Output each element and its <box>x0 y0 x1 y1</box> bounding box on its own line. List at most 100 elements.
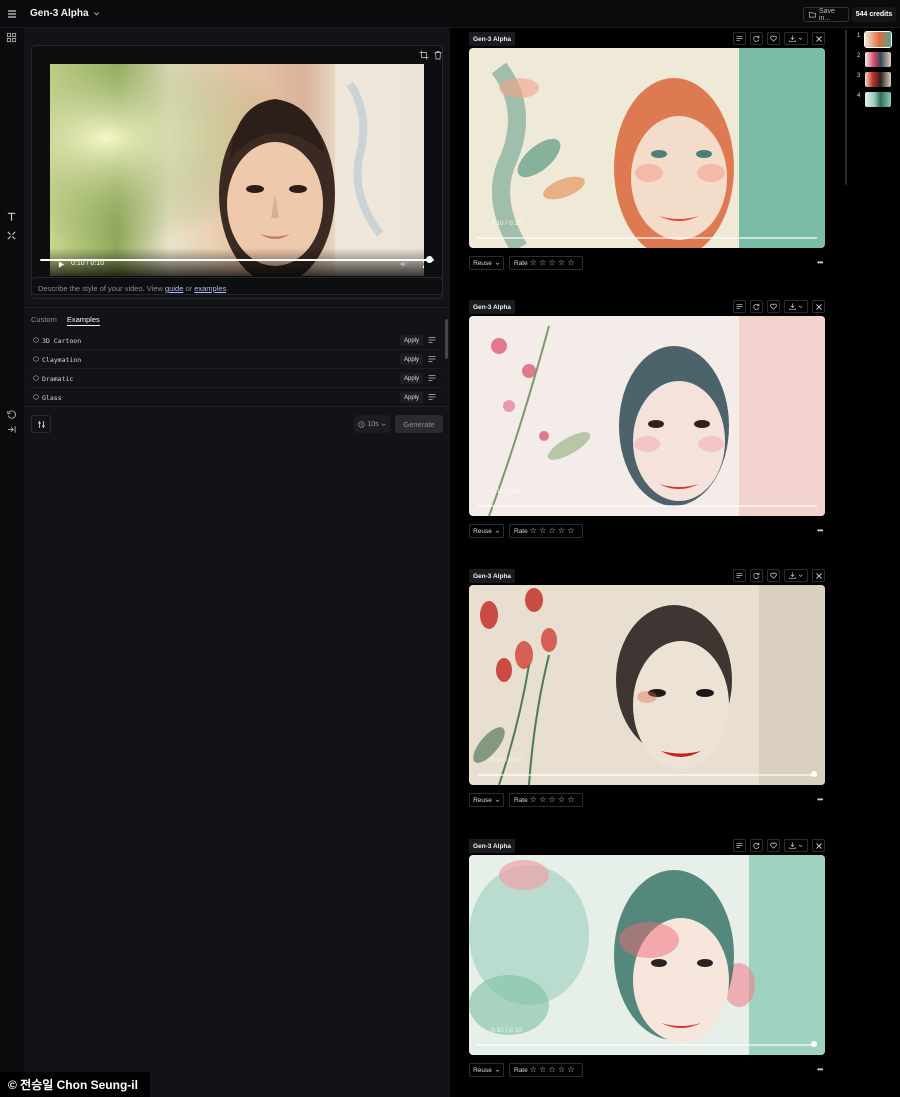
reuse-label: Reuse <box>473 527 492 535</box>
prompt-input[interactable]: Describe the style of your video. View g… <box>31 277 443 299</box>
play-icon[interactable] <box>58 261 65 268</box>
close-button[interactable] <box>812 569 825 582</box>
style-item-claymation[interactable]: Claymation Apply <box>31 350 441 369</box>
reuse-button[interactable]: Reuse <box>469 1063 504 1077</box>
rating[interactable]: Rate ☆ ☆ ☆ ☆ ☆ <box>509 524 583 538</box>
favorite-button[interactable] <box>767 300 780 313</box>
crop-icon[interactable] <box>419 50 429 60</box>
rating[interactable]: Rate ☆ ☆ ☆ ☆ ☆ <box>509 793 583 807</box>
thumbnail-number: 4 <box>857 93 861 99</box>
guide-link[interactable]: guide <box>165 284 183 293</box>
styles-scrollbar[interactable] <box>445 319 448 359</box>
rating[interactable]: Rate ☆ ☆ ☆ ☆ ☆ <box>509 1063 583 1077</box>
duration-selector[interactable]: 10s <box>354 415 390 433</box>
model-badge: Gen-3 Alpha <box>469 32 516 46</box>
download-button[interactable] <box>784 569 808 582</box>
generate-button[interactable]: Generate <box>395 415 443 433</box>
input-video[interactable]: 0:10 / 0:10 <box>50 64 424 276</box>
details-icon[interactable] <box>428 336 436 344</box>
expand-icon[interactable] <box>6 230 17 241</box>
video-progress-bar[interactable] <box>477 774 817 776</box>
style-item-dramatic[interactable]: Dramatic Apply <box>31 369 441 388</box>
tab-custom[interactable]: Custom <box>31 315 57 326</box>
video-progress-handle[interactable] <box>811 1041 817 1047</box>
volume-icon[interactable] <box>400 260 408 268</box>
regenerate-button[interactable] <box>750 569 763 582</box>
generated-video[interactable]: 0:10 / 0:10 <box>469 855 825 1055</box>
favorite-button[interactable] <box>767 569 780 582</box>
favorite-button[interactable] <box>767 32 780 45</box>
video-progress-bar[interactable] <box>477 505 817 507</box>
model-selector-label: Gen-3 Alpha <box>30 8 89 19</box>
video-time: 0:10 / 0:10 <box>491 1027 522 1034</box>
more-options-icon[interactable]: ••• <box>817 795 823 804</box>
star-icons[interactable]: ☆ ☆ ☆ ☆ ☆ <box>530 259 575 267</box>
video-progress-handle[interactable] <box>426 256 433 263</box>
reuse-button[interactable]: Reuse <box>469 524 504 538</box>
download-button[interactable] <box>784 300 808 313</box>
style-icon <box>33 337 39 343</box>
thumbnail-1[interactable] <box>864 31 892 48</box>
favorite-button[interactable] <box>767 839 780 852</box>
more-options-icon[interactable]: ••• <box>817 258 823 267</box>
close-icon <box>815 303 822 310</box>
feed-scrollbar[interactable] <box>845 30 847 185</box>
prompt-details-button[interactable] <box>733 300 746 313</box>
video-progress-bar[interactable] <box>477 237 817 239</box>
trash-icon[interactable] <box>433 50 443 60</box>
apply-button[interactable]: Apply <box>400 354 423 365</box>
close-button[interactable] <box>812 32 825 45</box>
tab-examples[interactable]: Examples <box>66 315 100 326</box>
close-button[interactable] <box>812 300 825 313</box>
close-button[interactable] <box>812 839 825 852</box>
star-icons[interactable]: ☆ ☆ ☆ ☆ ☆ <box>530 796 575 804</box>
style-item-glass[interactable]: Glass Apply <box>31 388 441 407</box>
style-item-3d-cartoon[interactable]: 3D Cartoon Apply <box>31 331 441 350</box>
star-icons[interactable]: ☆ ☆ ☆ ☆ ☆ <box>530 1066 575 1074</box>
apply-button[interactable]: Apply <box>400 392 423 403</box>
credits-badge[interactable]: 544 credits <box>852 7 896 22</box>
details-icon[interactable] <box>428 393 436 401</box>
more-options-icon[interactable]: ••• <box>817 526 823 535</box>
details-icon[interactable] <box>428 374 436 382</box>
settings-button[interactable] <box>31 415 51 433</box>
video-progress-bar[interactable] <box>477 1044 817 1046</box>
collapse-panel-icon[interactable] <box>6 424 17 435</box>
star-icons[interactable]: ☆ ☆ ☆ ☆ ☆ <box>530 527 575 535</box>
thumbnail-2[interactable] <box>865 52 891 67</box>
download-button[interactable] <box>784 32 808 45</box>
prompt-details-button[interactable] <box>733 569 746 582</box>
rating[interactable]: Rate ☆ ☆ ☆ ☆ ☆ <box>509 256 583 270</box>
style-tabs: Custom Examples <box>31 315 100 326</box>
text-tool-icon[interactable] <box>6 211 17 222</box>
folder-icon <box>809 11 816 18</box>
assets-icon[interactable] <box>6 32 17 43</box>
regenerate-button[interactable] <box>750 32 763 45</box>
model-selector[interactable]: Gen-3 Alpha <box>30 8 100 19</box>
video-progress-bar[interactable] <box>40 259 434 261</box>
save-in-button[interactable]: Save in... <box>803 7 849 22</box>
regenerate-button[interactable] <box>750 839 763 852</box>
more-options-icon[interactable]: ••• <box>817 1065 823 1074</box>
details-icon[interactable] <box>428 355 436 363</box>
generated-video[interactable]: 0:10 / 0:10 <box>469 585 825 785</box>
reuse-button[interactable]: Reuse <box>469 793 504 807</box>
generated-video[interactable]: 0:10 / 0:10 <box>469 48 825 248</box>
apply-button[interactable]: Apply <box>400 335 423 346</box>
prompt-details-button[interactable] <box>733 32 746 45</box>
regenerate-button[interactable] <box>750 300 763 313</box>
chevron-down-icon <box>495 530 500 533</box>
apply-button[interactable]: Apply <box>400 373 423 384</box>
fullscreen-icon[interactable] <box>423 260 424 268</box>
refresh-icon <box>753 35 760 42</box>
history-icon[interactable] <box>6 409 17 420</box>
menu-icon[interactable] <box>6 8 18 20</box>
examples-link[interactable]: examples <box>194 284 226 293</box>
generated-video[interactable]: 0:10 / 0:10 <box>469 316 825 516</box>
video-progress-handle[interactable] <box>811 771 817 777</box>
download-button[interactable] <box>784 839 808 852</box>
prompt-details-button[interactable] <box>733 839 746 852</box>
thumbnail-4[interactable] <box>865 92 891 107</box>
reuse-button[interactable]: Reuse <box>469 256 504 270</box>
thumbnail-3[interactable] <box>865 72 891 87</box>
